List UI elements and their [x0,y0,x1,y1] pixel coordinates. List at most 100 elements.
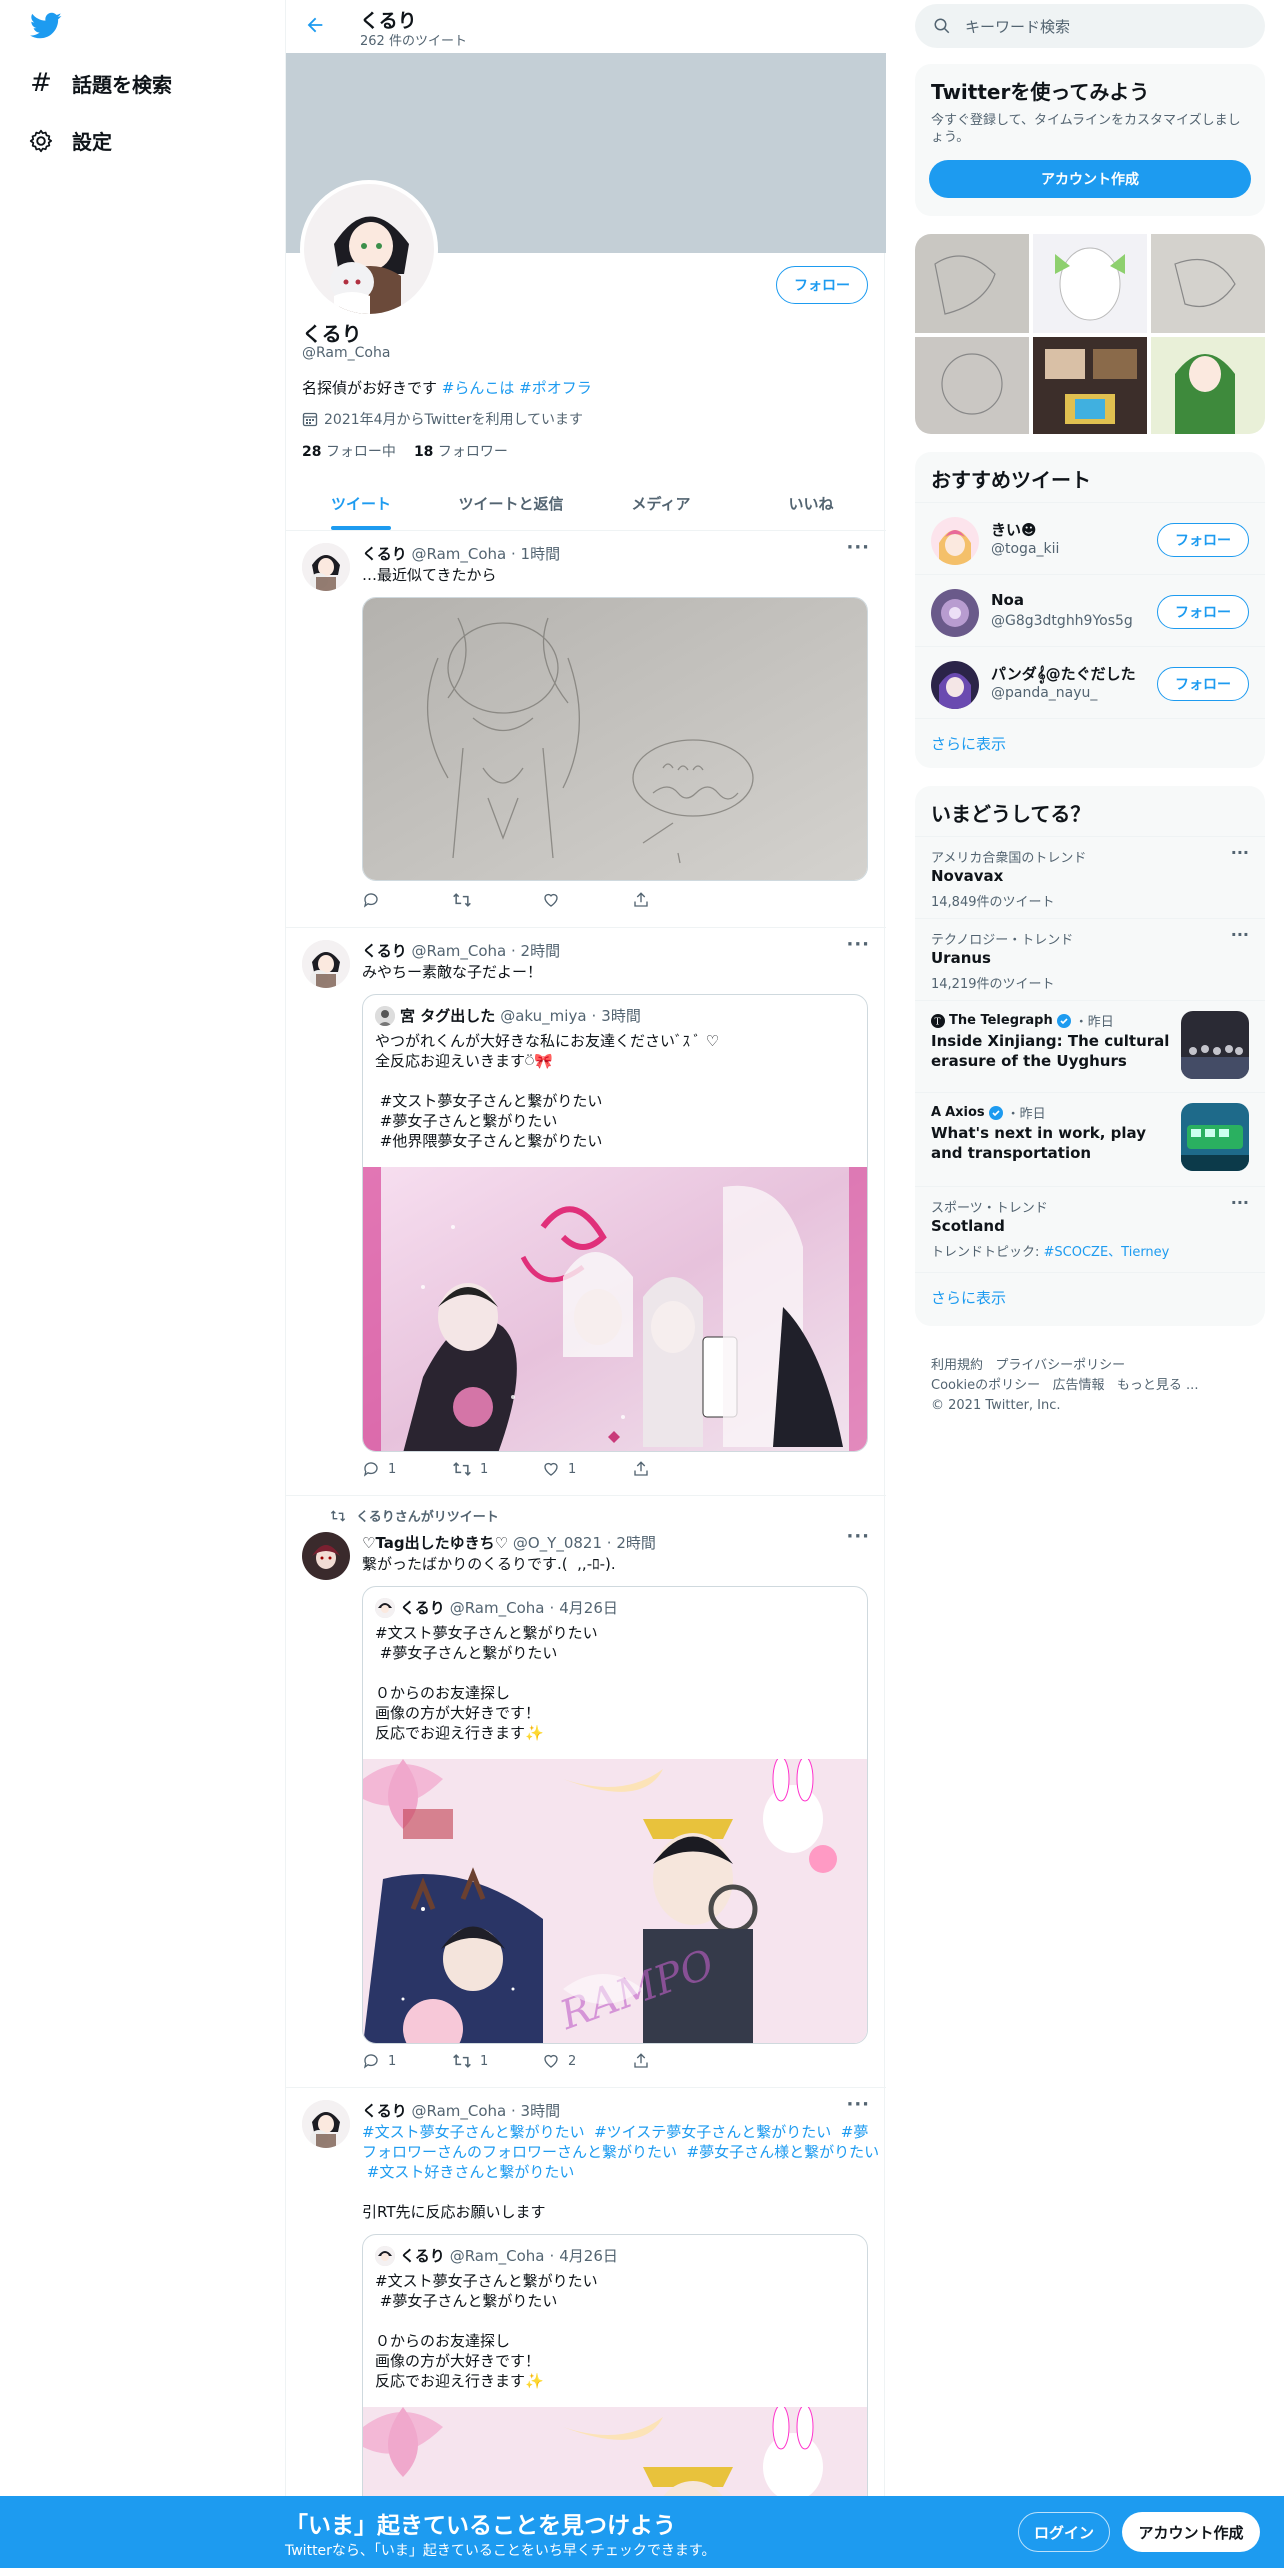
more-options-icon[interactable]: ··· [846,2094,870,2115]
tweet-avatar[interactable] [302,940,350,988]
tweet-hashtags-line-2[interactable]: フォロワーさんのフォロワーさんと繋がりたい #夢女子さん様と繋がりたい [362,2142,879,2162]
tab-likes[interactable]: いいね [736,476,886,530]
trend-item-2[interactable]: テクノロジー・トレンド Uranus 14,219件のツイート ··· [915,918,1265,1000]
share-button[interactable] [632,2052,722,2070]
trend-item-1[interactable]: アメリカ合衆国のトレンド Novavax 14,849件のツイート ··· [915,836,1265,918]
like-button[interactable]: 2 [542,2052,632,2070]
tweet-avatar[interactable] [302,543,350,591]
quote-avatar [375,1597,395,1618]
tweet-author-name[interactable]: くるり [362,2102,407,2120]
more-options-icon[interactable]: ··· [846,1526,870,1547]
news-source-name: Axios [945,1105,985,1120]
tweet-hashtags-line-3[interactable]: #文スト好きさんと繋がりたい [362,2162,575,2182]
tweet-time[interactable]: 3時間 [521,2102,561,2120]
bio-hashtag-2[interactable]: #ポオフラ [519,379,592,397]
search-input[interactable]: キーワード検索 [915,4,1265,48]
retweet-button[interactable] [452,891,542,909]
login-button[interactable]: ログイン [1018,2512,1110,2552]
twitter-logo-icon[interactable] [30,12,62,40]
recommended-user-3[interactable]: パンダ𝄞@たぐだした @panda_nayu_ フォロー [915,646,1265,718]
profile-follow-button[interactable]: フォロー [776,266,868,304]
profile-avatar[interactable] [300,180,438,318]
quote-header: 宮 タグ出した @aku_miya · 3時間 [375,1005,641,1026]
tweet-avatar[interactable] [302,1532,350,1580]
trend-name: Uranus [931,949,991,967]
tweet-author-handle: @Ram_Coha [411,545,507,563]
retweet-count: 1 [480,1461,489,1477]
search-icon [933,17,951,35]
tweet-1[interactable]: くるり @Ram_Coha · 1時間 ··· …最近似てきたから [286,531,886,928]
share-button[interactable] [632,891,722,909]
quote-image[interactable] [363,1167,867,1451]
more-options-icon[interactable]: ··· [846,537,870,558]
tweet-actions: 1 1 1 [362,1460,782,1478]
tweet-time[interactable]: 1時間 [521,545,561,563]
share-button[interactable] [632,1460,722,1478]
news-item-1[interactable]: T The Telegraph ・昨日 Inside Xinjiang: The… [915,1000,1265,1092]
tweet-text: みやちー素敵な子だよー！ [362,963,543,981]
back-arrow-icon[interactable] [304,14,326,36]
recommended-user-1[interactable]: きい☻ @toga_kii フォロー [915,502,1265,574]
reply-button[interactable]: 1 [362,2052,452,2070]
signup-button[interactable]: アカウント作成 [1122,2512,1260,2552]
trend-topics: トレンドトピック: #SCOCZE、Tierney [931,1241,1169,1260]
tab-tweets[interactable]: ツイート [286,476,436,530]
quote-image[interactable]: RAMPO [363,1759,867,2043]
retweeted-by-text[interactable]: くるりさんがリツイート [356,1506,499,1525]
trends-show-more[interactable]: さらに表示 [931,1287,1006,1308]
recommended-follow-button[interactable]: フォロー [1157,523,1249,557]
quote-separator: · [591,1006,597,1025]
reply-button[interactable]: 1 [362,1460,452,1478]
nav-explore[interactable]: # 話題を検索 [28,68,172,98]
tweet-3[interactable]: くるりさんがリツイート ♡Tag出したゆきち♡ @O_Y_0821 · 2時間 … [286,1496,886,2088]
like-button[interactable] [542,891,632,909]
tweet-author-handle: @Ram_Coha [411,2102,507,2120]
trends-show-more-row[interactable]: さらに表示 [915,1272,1265,1326]
tweet-time[interactable]: 2時間 [521,942,561,960]
news-item-2[interactable]: A Axios ・昨日 What's next in work, play an… [915,1092,1265,1186]
footer-line-2[interactable]: Cookieのポリシー 広告情報 もっと見る ... [931,1376,1198,1396]
quote-header: くるり @Ram_Coha · 4月26日 [375,1597,618,1618]
tweet-image[interactable] [362,597,868,881]
share-icon [632,2052,650,2070]
tweet-avatar[interactable] [302,2100,350,2148]
trend-item-3[interactable]: スポーツ・トレンド Scotland トレンドトピック: #SCOCZE、Tie… [915,1186,1265,1272]
tweet-2[interactable]: くるり @Ram_Coha · 2時間 ··· みやちー素敵な子だよー！ 宮 タ… [286,928,886,1496]
bio-hashtag-1[interactable]: #らんこは [442,379,515,397]
reply-button[interactable] [362,891,452,909]
recommended-show-more-row[interactable]: さらに表示 [915,718,1265,768]
nav-settings[interactable]: 設定 [28,126,112,155]
tab-media[interactable]: メディア [586,476,736,530]
share-icon [632,891,650,909]
reply-icon [362,2052,380,2070]
following-link[interactable]: 28 フォロー中 [302,441,396,461]
trend-topics-links[interactable]: #SCOCZE、Tierney [1044,1245,1170,1260]
tweet-author-name[interactable]: ♡Tag出したゆきち♡ [362,1534,508,1552]
quoted-tweet[interactable]: くるり @Ram_Coha · 4月26日 #文スト夢女子さんと繋がりたい #夢女子… [362,1586,868,2044]
tweet-time[interactable]: 2時間 [616,1534,656,1552]
recommended-user-2[interactable]: Noa @G8g3dtghh9Yos5g フォロー [915,574,1265,646]
footer-line-1[interactable]: 利用規約 プライバシーポリシー [931,1356,1198,1376]
signup-card-button[interactable]: アカウント作成 [929,160,1251,198]
tab-tweets-replies[interactable]: ツイートと返信 [436,476,586,530]
telegraph-logo-icon: T [931,1013,945,1028]
hashtag-icon: # [30,68,52,98]
like-button[interactable]: 1 [542,1460,632,1478]
trend-more-icon[interactable]: ··· [1231,925,1249,944]
trend-more-icon[interactable]: ··· [1231,843,1249,862]
recommended-follow-button[interactable]: フォロー [1157,595,1249,629]
recommended-follow-button[interactable]: フォロー [1157,667,1249,701]
trend-more-icon[interactable]: ··· [1231,1193,1249,1212]
tweet-author-name[interactable]: くるり [362,545,407,563]
quoted-tweet[interactable]: 宮 タグ出した @aku_miya · 3時間 やつがれくんが大好きな私にお友達くだ… [362,994,868,1452]
retweet-button[interactable]: 1 [452,1460,542,1478]
retweet-count: 1 [480,2053,489,2069]
recommended-show-more[interactable]: さらに表示 [931,733,1006,754]
followers-link[interactable]: 18 フォロワー [414,441,508,461]
tweet-author-name[interactable]: くるり [362,942,407,960]
more-options-icon[interactable]: ··· [846,934,870,955]
trend-topics-prefix: トレンドトピック: [931,1245,1044,1260]
retweet-button[interactable]: 1 [452,2052,542,2070]
footer-links: 利用規約 プライバシーポリシー Cookieのポリシー 広告情報 もっと見る .… [931,1356,1198,1416]
tweet-hashtags-line-1[interactable]: #文スト夢女子さんと繋がりたい #ツイステ夢女子さんと繋がりたい #夢 [362,2122,868,2142]
